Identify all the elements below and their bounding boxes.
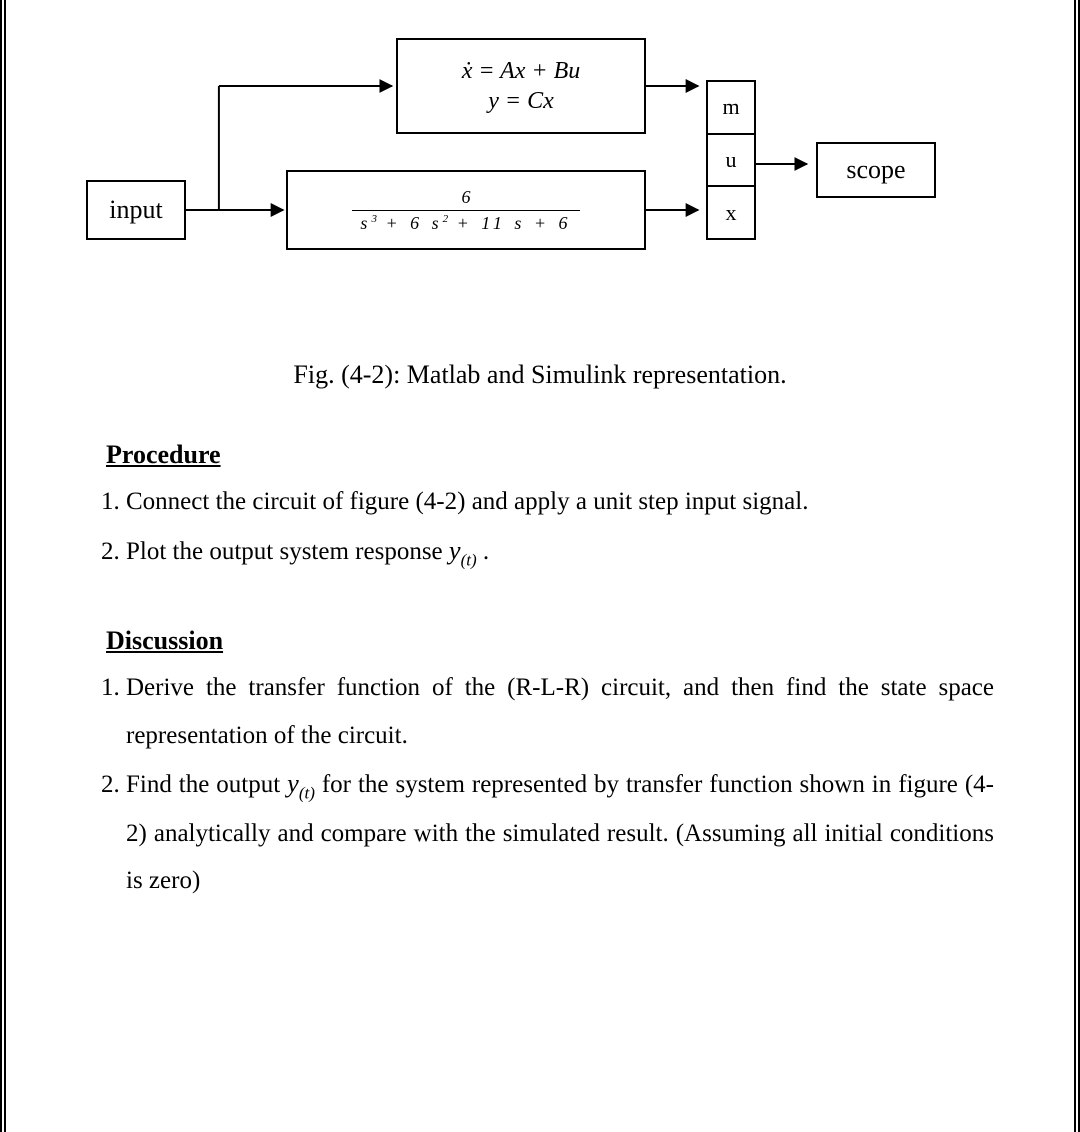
scope-block-label: scope	[846, 155, 905, 185]
tf-denominator: s3 + 6 s2 + 11 s + 6	[352, 210, 579, 234]
discussion-item: Find the output y(t) for the system repr…	[126, 759, 994, 905]
input-block: input	[86, 180, 186, 240]
figure-caption: Fig. (4-2): Matlab and Simulink represen…	[46, 360, 1034, 390]
simulink-diagram: input ẋ = Ax + Bu y = Cx 6 s3 + 6 s2 + …	[46, 20, 1034, 280]
procedure-item: Plot the output system response y(t) .	[126, 526, 994, 577]
discussion-list: Derive the transfer function of the (R-L…	[126, 664, 994, 905]
state-space-eq1: ẋ = Ax + Bu	[462, 56, 581, 86]
procedure-heading: Procedure	[106, 440, 1034, 470]
discussion-heading: Discussion	[106, 626, 1034, 656]
mux-block: m u x	[706, 80, 756, 240]
mux-label-1: u	[708, 133, 754, 186]
transfer-function-block: 6 s3 + 6 s2 + 11 s + 6	[286, 170, 646, 250]
mux-label-2: x	[708, 185, 754, 238]
procedure-item: Connect the circuit of figure (4-2) and …	[126, 478, 994, 526]
page: input ẋ = Ax + Bu y = Cx 6 s3 + 6 s2 + …	[0, 0, 1080, 1132]
scope-block: scope	[816, 142, 936, 198]
input-block-label: input	[109, 195, 162, 225]
discussion-item: Derive the transfer function of the (R-L…	[126, 664, 994, 759]
procedure-list: Connect the circuit of figure (4-2) and …	[126, 478, 994, 576]
mux-label-0: m	[708, 82, 754, 133]
state-space-block: ẋ = Ax + Bu y = Cx	[396, 38, 646, 134]
tf-numerator: 6	[454, 187, 479, 210]
state-space-eq2: y = Cx	[488, 86, 554, 116]
